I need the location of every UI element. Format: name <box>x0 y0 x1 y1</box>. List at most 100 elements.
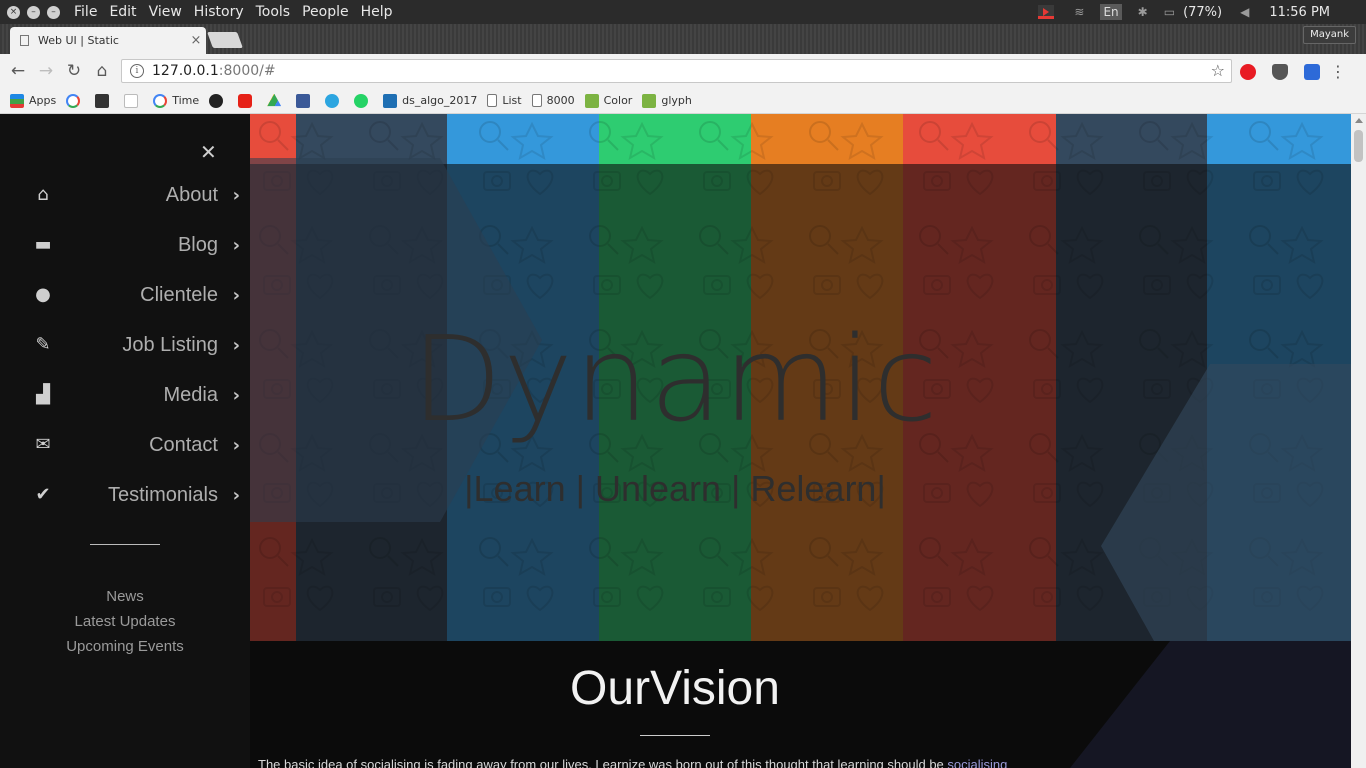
wifi-icon[interactable]: ≋ <box>1074 5 1084 19</box>
screen-recorder-icon[interactable] <box>1038 5 1055 19</box>
bookmark-color[interactable]: Color <box>584 93 632 108</box>
bookmark-facebook[interactable] <box>296 93 315 108</box>
scroll-up-arrow-icon[interactable] <box>1355 118 1363 123</box>
sidebar-link-upcoming-events[interactable]: Upcoming Events <box>0 638 250 655</box>
extensions: ⋮ <box>1240 62 1346 81</box>
sidebar-item-about[interactable]: ⌂ About › <box>0 175 250 215</box>
pocket-extension-icon[interactable] <box>1272 63 1288 80</box>
sidebar-link-latest-updates[interactable]: Latest Updates <box>0 613 250 630</box>
menu-file[interactable]: File <box>74 4 97 20</box>
tab-close-icon[interactable]: × <box>186 33 206 48</box>
chevron-right-icon: › <box>232 284 240 306</box>
menu-help[interactable]: Help <box>361 4 393 20</box>
envelope-icon: ✉ <box>35 434 51 455</box>
os-top-bar: × – – File Edit View History Tools Peopl… <box>0 0 1366 24</box>
app-menu: File Edit View History Tools People Help <box>74 4 405 20</box>
bookmark-time[interactable]: Time <box>153 93 199 108</box>
vision-text: The basic idea of socialising is fading … <box>258 757 1348 768</box>
volume-icon[interactable]: ◀ <box>1240 5 1249 19</box>
home-icon[interactable]: ⌂ <box>88 61 116 81</box>
chevron-right-icon: › <box>232 234 240 256</box>
reload-icon[interactable]: ↻ <box>60 61 88 81</box>
url-path: :8000/# <box>218 63 276 79</box>
sidebar-item-blog[interactable]: ▬ Blog › <box>0 225 250 265</box>
info-icon[interactable]: i <box>130 64 144 78</box>
check-icon: ✔ <box>35 484 51 505</box>
bookmark-ds-algo[interactable]: ds_algo_2017 <box>383 93 477 108</box>
menu-view[interactable]: View <box>149 4 182 20</box>
battery-icon[interactable]: ▭ <box>1164 5 1175 19</box>
menu-people[interactable]: People <box>302 4 349 20</box>
sidebar-item-media[interactable]: ▟ Media › <box>0 375 250 415</box>
bookmark-backpack[interactable] <box>124 93 143 108</box>
facebook-icon <box>296 93 311 108</box>
menu-edit[interactable]: Edit <box>109 4 136 20</box>
sidebar-item-job-listing[interactable]: ✎ Job Listing › <box>0 325 250 365</box>
chevron-right-icon: › <box>232 334 240 356</box>
document-icon <box>531 94 542 107</box>
scrollbar-thumb[interactable] <box>1354 130 1363 162</box>
opera-extension-icon[interactable] <box>1240 63 1256 80</box>
document-icon <box>20 35 29 46</box>
keyboard-layout-indicator[interactable]: En <box>1100 4 1122 20</box>
sidebar-item-label: About <box>165 183 218 206</box>
backpack-icon <box>124 93 139 108</box>
bookmark-drive[interactable] <box>267 93 286 108</box>
google-icon <box>66 93 81 108</box>
vision-divider <box>640 735 710 736</box>
new-tab-button[interactable] <box>207 32 243 48</box>
address-bar[interactable]: i 127.0.0.1 :8000/# ☆ <box>121 59 1232 83</box>
bluetooth-icon[interactable]: ✱ <box>1138 5 1148 19</box>
window-close-button[interactable]: × <box>7 5 20 19</box>
extension-icon[interactable] <box>1304 63 1320 80</box>
trello-icon <box>383 93 398 108</box>
page-scrollbar[interactable] <box>1351 114 1366 768</box>
bookmark-telegram[interactable] <box>325 93 344 108</box>
w3schools-icon <box>642 93 657 108</box>
bookmark-youtube[interactable] <box>238 93 257 108</box>
bookmark-dark-site[interactable] <box>95 93 114 108</box>
battery-percentage: (77%) <box>1183 4 1223 20</box>
sidebar-item-clientele[interactable]: ● Clientele › <box>0 275 250 315</box>
menu-history[interactable]: History <box>194 4 244 20</box>
w3schools-icon <box>584 93 599 108</box>
sidebar-close-icon[interactable]: ✕ <box>200 140 217 164</box>
page-viewport: ✕ ⌂ About › ▬ Blog › ● Clientele › ✎ Job… <box>0 114 1366 768</box>
telegram-icon <box>325 93 340 108</box>
sidebar-link-news[interactable]: News <box>0 588 250 605</box>
vision-link[interactable]: socialising <box>947 757 1007 768</box>
whatsapp-icon <box>354 93 369 108</box>
browser-menu-icon[interactable]: ⋮ <box>1330 62 1346 81</box>
hero-subtitle: |Learn | Unlearn | Relearn| <box>464 468 886 509</box>
sidebar-item-label: Job Listing <box>122 333 218 356</box>
bookmark-star-icon[interactable]: ☆ <box>1211 61 1225 80</box>
bookmark-8000[interactable]: 8000 <box>531 94 575 107</box>
bookmark-glyph[interactable]: glyph <box>642 93 692 108</box>
profile-button[interactable]: Mayank <box>1303 26 1356 44</box>
window-maximize-button[interactable]: – <box>47 5 60 19</box>
signal-icon: ▟ <box>36 384 50 405</box>
menu-tools[interactable]: Tools <box>256 4 291 20</box>
chevron-right-icon: › <box>232 434 240 456</box>
tab-active[interactable]: Web UI | Static × <box>10 27 206 54</box>
chevron-right-icon: › <box>232 184 240 206</box>
forward-arrow-icon[interactable]: → <box>32 61 60 81</box>
sidebar-item-testimonials[interactable]: ✔ Testimonials › <box>0 475 250 515</box>
document-icon <box>487 94 498 107</box>
github-icon <box>209 93 224 108</box>
sidebar-item-label: Contact <box>149 433 218 456</box>
bookmark-google[interactable] <box>66 93 85 108</box>
back-arrow-icon[interactable]: ← <box>4 61 32 81</box>
bookmark-apps[interactable]: Apps <box>10 93 56 108</box>
bookmark-whatsapp[interactable] <box>354 93 373 108</box>
window-minimize-button[interactable]: – <box>27 5 40 19</box>
google-icon <box>153 93 168 108</box>
home-icon: ⌂ <box>37 184 49 205</box>
vision-heading: OurVision <box>570 662 780 715</box>
sidebar-item-contact[interactable]: ✉ Contact › <box>0 425 250 465</box>
clock[interactable]: 11:56 PM <box>1269 5 1330 20</box>
bookmark-list[interactable]: List <box>487 94 522 107</box>
bookmark-github[interactable] <box>209 93 228 108</box>
sidebar-item-label: Clientele <box>140 283 218 306</box>
youtube-icon <box>238 93 253 108</box>
